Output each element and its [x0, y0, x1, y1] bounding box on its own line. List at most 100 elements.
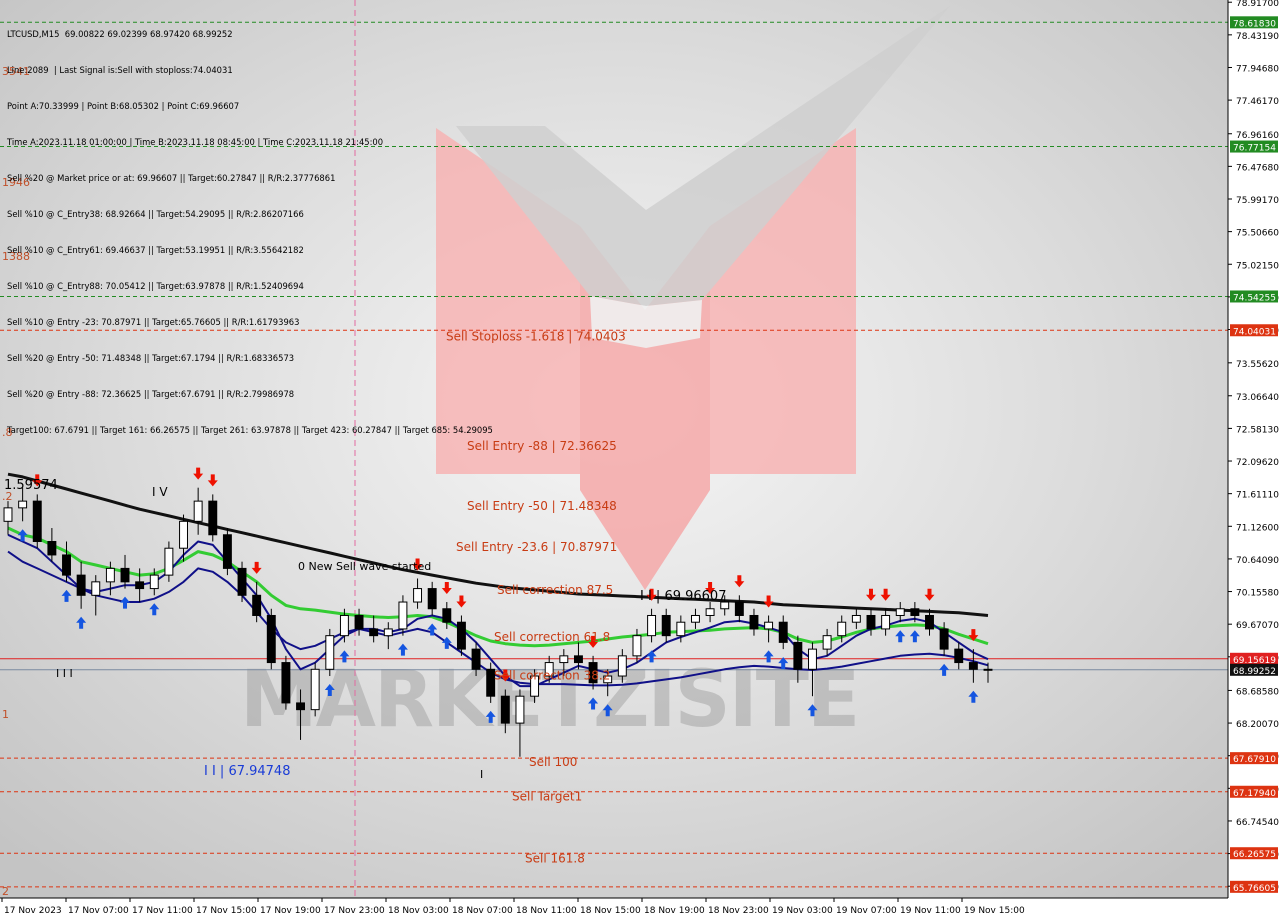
candle-body: [149, 574, 159, 590]
time-tick-label: 18 Nov 19:00: [644, 906, 705, 916]
price-tick-label: 77.94680: [1236, 64, 1279, 74]
level-label: Sell Target1: [512, 789, 582, 803]
candle-body: [676, 621, 686, 637]
price-tick-label: 77.46170: [1236, 97, 1279, 107]
candle-body: [105, 567, 115, 583]
price-tag-label: 67.67910: [1233, 755, 1276, 765]
price-tick-label: 70.15580: [1236, 589, 1279, 599]
price-tick-label: 75.02150: [1236, 261, 1279, 271]
price-tick-label: 76.96160: [1236, 131, 1279, 141]
candle-body: [749, 614, 759, 630]
price-tag-label: 76.77154: [1233, 144, 1276, 154]
candle-body: [573, 655, 583, 664]
info-line-market: Sell %20 @ Market price or at: 69.96607 …: [7, 173, 336, 183]
level-label: Sell correction 61.8: [494, 630, 610, 644]
price-tick-label: 71.61110: [1236, 491, 1279, 501]
point-b-label: I I | 67.94748: [204, 764, 290, 779]
price-tick-label: 78.43190: [1236, 32, 1279, 42]
candle-body: [91, 581, 101, 596]
candle-body: [647, 614, 657, 637]
candle-body: [427, 588, 437, 610]
price-tick-label: 76.47680: [1236, 163, 1279, 173]
candle-body: [32, 500, 42, 542]
price-tick-label: 69.67070: [1236, 621, 1279, 631]
price-tag-label: 78.61830: [1233, 19, 1276, 29]
candle-body: [705, 608, 715, 616]
info-line-c-entry61: Sell %10 @ C_Entry61: 69.46637 || Target…: [7, 245, 304, 255]
price-tick-label: 78.91700: [1236, 0, 1279, 9]
chart-stage[interactable]: MARKETZISITE 0 New Sell wave started 1.5…: [0, 0, 1280, 920]
candle-body: [383, 628, 393, 637]
candle-body: [764, 621, 774, 630]
candle-body: [910, 608, 920, 616]
price-tick-label: 75.50660: [1236, 229, 1279, 239]
time-tick-label: 17 Nov 19:00: [260, 906, 321, 916]
candle-body: [500, 695, 510, 724]
signal-info-panel: LTCUSD,M15 69.00822 69.02399 68.97420 68…: [7, 4, 493, 460]
candle-body: [252, 594, 262, 616]
time-tick-label: 19 Nov 07:00: [836, 906, 897, 916]
level-label: Sell Entry -50 | 71.48348: [467, 499, 617, 513]
info-line-signal: Line:2089 | Last Signal is:Sell with sto…: [7, 65, 233, 75]
time-tick-label: 18 Nov 11:00: [516, 906, 577, 916]
candle-body: [734, 601, 744, 616]
candle-body: [881, 614, 891, 630]
candle-body: [866, 614, 876, 630]
candle-body: [354, 614, 364, 630]
candle-body: [62, 554, 71, 576]
time-tick-label: 17 Nov 11:00: [132, 906, 193, 916]
info-line-times: Time A:2023.11.18 01:00:00 | Time B:2023…: [7, 137, 384, 147]
candle-body: [266, 614, 276, 664]
candle-body: [369, 628, 379, 637]
price-tick-label: 72.09620: [1236, 458, 1279, 468]
time-tick-label: 18 Nov 15:00: [580, 906, 641, 916]
candle-body: [471, 648, 481, 670]
level-label: Sell correction 87.5: [497, 583, 613, 597]
info-line-symbol: LTCUSD,M15 69.00822 69.02399 68.97420 68…: [7, 29, 233, 39]
price-tag-label: 67.17940: [1233, 789, 1276, 799]
candle-body: [954, 648, 964, 664]
price-tick-label: 70.64090: [1236, 556, 1279, 566]
price-tick-label: 68.68580: [1236, 687, 1279, 697]
candle-body: [135, 581, 145, 590]
price-tag-label: 65.76605: [1233, 884, 1276, 894]
level-label: Sell 161.8: [525, 851, 585, 865]
candle-body: [18, 500, 28, 509]
point-c-label: I I | 69.96607: [640, 589, 726, 604]
info-line-entry-23: Sell %10 @ Entry -23: 70.87971 || Target…: [7, 317, 300, 327]
price-tick-label: 66.74540: [1236, 818, 1279, 828]
candle-body: [822, 635, 832, 650]
info-line-points: Point A:70.33999 | Point B:68.05302 | Po…: [7, 101, 240, 111]
candle-body: [3, 507, 13, 522]
candle-body: [925, 614, 934, 630]
candle-body: [339, 614, 349, 637]
info-line-entry-88: Sell %20 @ Entry -88: 72.36625 || Target…: [7, 389, 295, 399]
price-tag-label: 66.26575: [1233, 850, 1276, 860]
candle-body: [559, 655, 569, 664]
candle-body: [661, 614, 671, 637]
candle-body: [851, 614, 861, 623]
time-tick-label: 18 Nov 23:00: [708, 906, 769, 916]
time-tick-label: 17 Nov 07:00: [68, 906, 129, 916]
info-line-entry-50: Sell %20 @ Entry -50: 71.48348 || Target…: [7, 353, 295, 363]
fib-ratio-label: .2: [2, 490, 13, 503]
candle-body: [296, 702, 306, 711]
time-tick-label: 19 Nov 11:00: [900, 906, 961, 916]
candle-body: [442, 608, 452, 623]
time-tick-label: 17 Nov 2023: [4, 906, 62, 916]
candle-body: [939, 628, 949, 650]
level-label: Sell correction 38.2: [494, 668, 610, 682]
candle-body: [222, 534, 232, 569]
candle-body: [398, 601, 408, 630]
time-tick-label: 19 Nov 03:00: [772, 906, 833, 916]
price-tag-label: 74.04031: [1233, 327, 1276, 337]
candle-body: [237, 567, 247, 596]
time-tick-label: 17 Nov 15:00: [196, 906, 257, 916]
candle-body: [456, 621, 466, 650]
fib-ratio-label: 1: [2, 708, 9, 721]
price-tick-label: 71.12600: [1236, 523, 1279, 533]
candle-body: [164, 547, 174, 576]
candle-body: [968, 662, 978, 670]
time-tick-label: 19 Nov 15:00: [964, 906, 1025, 916]
info-line-c-entry38: Sell %10 @ C_Entry38: 68.92664 || Target…: [7, 209, 304, 219]
